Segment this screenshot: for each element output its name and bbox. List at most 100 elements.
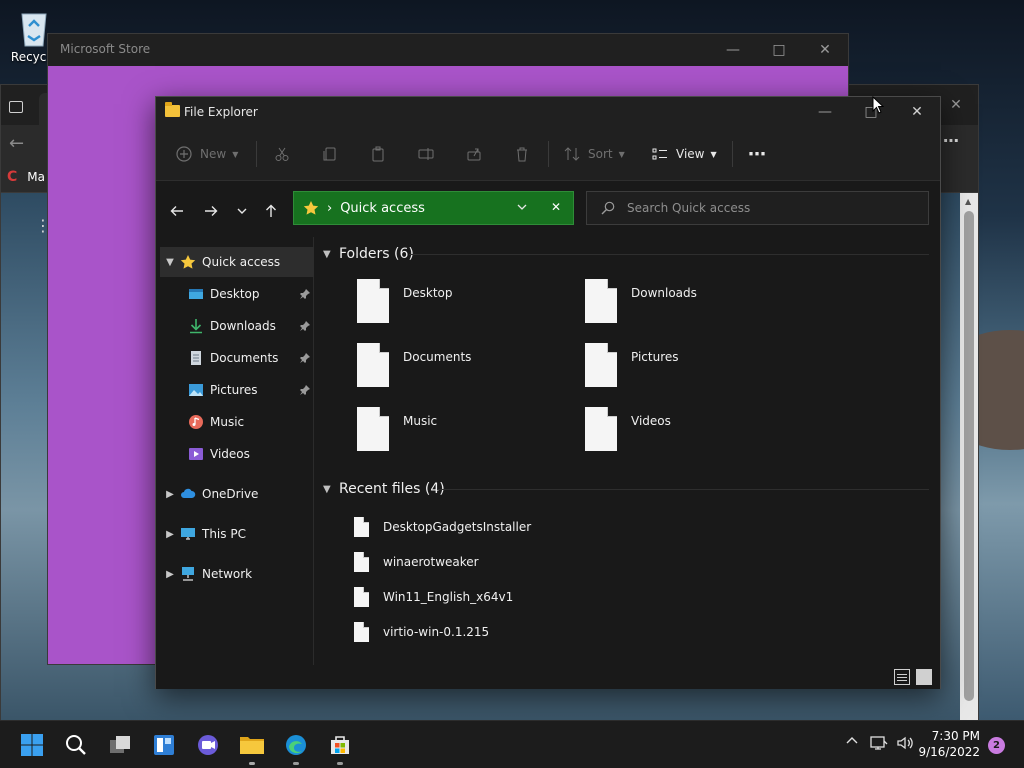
close-icon: ✕	[551, 200, 562, 214]
address-separator-icon: ›	[327, 200, 333, 216]
address-current-location[interactable]: Quick access	[340, 201, 425, 216]
folder-tile[interactable]: Downloads	[585, 279, 795, 329]
explorer-close-button[interactable]: ✕	[894, 96, 940, 128]
folder-tile[interactable]: Videos	[585, 407, 795, 457]
store-button[interactable]	[324, 729, 356, 765]
scissors-icon	[275, 147, 289, 161]
document-icon	[188, 350, 204, 366]
recent-file-row[interactable]: winaerotweaker	[354, 550, 654, 574]
store-title: Microsoft Store	[60, 42, 151, 56]
recent-group-header[interactable]: ▼ Recent files (4)	[323, 478, 445, 500]
nav-label: Videos	[210, 447, 250, 461]
edge-button[interactable]	[280, 729, 312, 765]
nav-label: Desktop	[210, 287, 260, 301]
forward-button[interactable]	[199, 199, 223, 223]
scrollbar-thumb[interactable]	[964, 211, 974, 701]
sort-button[interactable]: Sort ▼	[564, 139, 625, 169]
recent-file-row[interactable]: DesktopGadgetsInstaller	[354, 515, 654, 539]
rename-button[interactable]	[418, 139, 434, 169]
chevron-up-icon	[846, 737, 858, 744]
show-hidden-icons-button[interactable]	[846, 735, 858, 750]
nav-item-downloads[interactable]: Downloads	[160, 311, 314, 341]
close-icon: ✕	[911, 104, 923, 120]
folder-tile[interactable]: Documents	[357, 343, 567, 393]
network-status-button[interactable]	[870, 735, 888, 754]
nav-item-this-pc[interactable]: ▶ This PC	[160, 519, 314, 549]
clock[interactable]: 7:30 PM 9/16/2022	[918, 728, 980, 760]
nav-item-quick-access[interactable]: ▼ Quick access	[160, 247, 314, 277]
address-clear-button[interactable]: ✕	[551, 200, 561, 214]
recent-group-title: Recent files (4)	[339, 481, 445, 497]
scroll-up-icon[interactable]: ▲	[965, 197, 971, 206]
folder-name: Downloads	[631, 286, 697, 300]
ellipsis-icon: ⋯	[748, 143, 766, 165]
tiles-view-icon[interactable]	[916, 669, 932, 685]
browser-more-icon[interactable]: ⋯	[943, 131, 959, 150]
address-row: › Quick access ✕	[156, 181, 940, 237]
recent-file-row[interactable]: virtio-win-0.1.215	[354, 620, 654, 644]
notification-badge[interactable]: 2	[988, 737, 1005, 754]
recent-locations-button[interactable]	[230, 199, 254, 223]
bookmark-item[interactable]: C Ma	[7, 169, 45, 185]
sort-icon	[564, 147, 580, 161]
task-view-button[interactable]	[104, 729, 136, 761]
folder-tile[interactable]: Music	[357, 407, 567, 457]
browser-scrollbar[interactable]: ▲	[960, 193, 978, 721]
nav-label: Network	[202, 567, 253, 581]
more-options-button[interactable]: ⋯	[748, 139, 766, 169]
bookmark-favicon-icon: C	[7, 169, 18, 185]
store-close-button[interactable]: ✕	[802, 34, 848, 66]
search-box[interactable]	[586, 191, 929, 225]
music-icon	[188, 414, 204, 430]
file-explorer-taskbar-button[interactable]	[236, 729, 268, 765]
up-button[interactable]	[259, 199, 283, 223]
file-explorer-window[interactable]: File Explorer — □ ✕ New ▼ Sort ▼ View ▼ …	[155, 96, 941, 689]
nav-item-onedrive[interactable]: ▶ OneDrive	[160, 479, 314, 509]
delete-button[interactable]	[514, 139, 530, 169]
details-view-icon[interactable]	[894, 669, 910, 685]
pin-icon[interactable]	[300, 320, 310, 331]
recent-file-row[interactable]: Win11_English_x64v1	[354, 585, 654, 609]
nav-item-documents[interactable]: Documents	[160, 343, 314, 373]
folder-tile[interactable]: Desktop	[357, 279, 567, 329]
copy-button[interactable]	[322, 139, 338, 169]
widgets-button[interactable]	[148, 729, 180, 761]
store-bag-icon	[331, 736, 349, 754]
nav-item-pictures[interactable]: Pictures	[160, 375, 314, 405]
taskbar-search-button[interactable]	[60, 729, 92, 761]
nav-item-videos[interactable]: Videos	[160, 439, 314, 469]
recent-file-name: virtio-win-0.1.215	[383, 625, 490, 639]
search-input[interactable]	[627, 201, 907, 215]
nav-item-music[interactable]: Music	[160, 407, 314, 437]
explorer-maximize-button[interactable]: □	[848, 96, 894, 128]
pin-icon[interactable]	[300, 352, 310, 363]
share-button[interactable]	[466, 139, 482, 169]
address-bar[interactable]: › Quick access ✕	[293, 191, 574, 225]
new-button[interactable]: New ▼	[176, 139, 238, 169]
folder-tile[interactable]: Pictures	[585, 343, 795, 393]
running-indicator	[337, 762, 343, 765]
explorer-minimize-button[interactable]: —	[802, 96, 848, 128]
chat-button[interactable]	[192, 729, 224, 761]
address-dropdown-button[interactable]	[516, 201, 528, 217]
pin-icon[interactable]	[300, 384, 310, 395]
browser-back-icon[interactable]: ←	[9, 133, 24, 154]
chevron-right-icon: ▶	[166, 528, 174, 540]
back-button[interactable]	[165, 199, 189, 223]
paste-button[interactable]	[370, 139, 386, 169]
cut-button[interactable]	[274, 139, 290, 169]
pin-icon[interactable]	[300, 288, 310, 299]
start-button[interactable]	[16, 729, 48, 761]
store-minimize-button[interactable]: —	[710, 34, 756, 66]
command-bar: New ▼ Sort ▼ View ▼ ⋯	[156, 127, 940, 181]
view-button[interactable]: View ▼	[652, 139, 717, 169]
trash-icon	[517, 147, 527, 162]
file-icon	[354, 552, 369, 572]
folders-group-header[interactable]: ▼ Folders (6)	[323, 243, 414, 265]
nav-item-network[interactable]: ▶ Network	[160, 559, 314, 589]
sort-label: Sort	[588, 147, 613, 161]
nav-item-desktop[interactable]: Desktop	[160, 279, 314, 309]
volume-button[interactable]	[896, 735, 914, 754]
store-maximize-button[interactable]: □	[756, 34, 802, 66]
tab-actions-icon[interactable]	[9, 101, 23, 113]
